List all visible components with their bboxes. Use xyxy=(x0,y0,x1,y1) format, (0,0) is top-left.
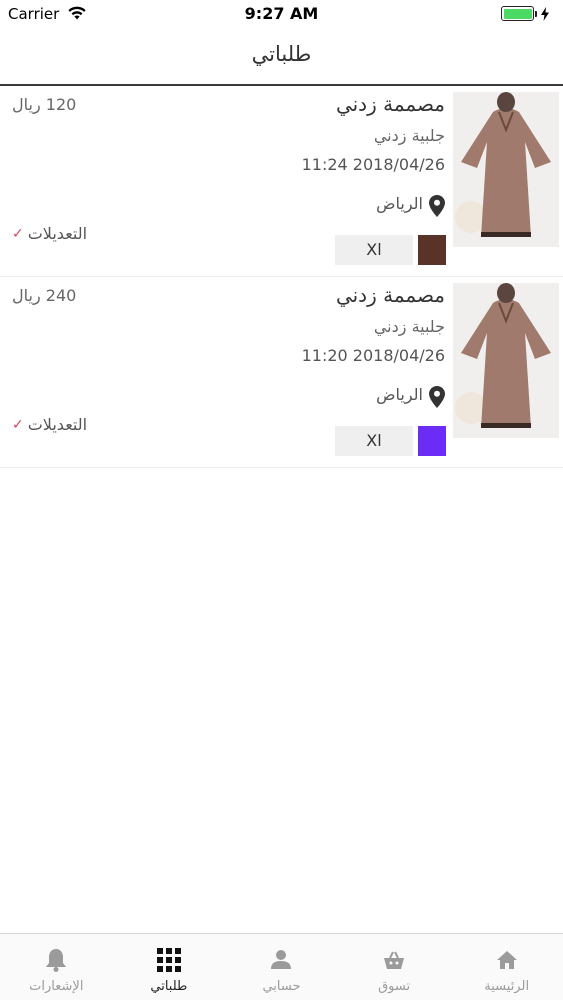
tab-notifications[interactable]: الإشعارات xyxy=(0,934,113,1000)
home-icon xyxy=(494,947,520,973)
order-city: الرياض xyxy=(376,384,423,404)
person-icon xyxy=(268,947,294,973)
battery-icon xyxy=(501,6,549,21)
charging-bolt-icon xyxy=(541,6,549,21)
edits-label: التعديلات xyxy=(27,224,88,243)
status-bar: Carrier 9:27 AM xyxy=(0,0,563,28)
location-pin-icon xyxy=(429,195,445,217)
tab-label: طلباتي xyxy=(150,979,188,994)
order-city: الرياض xyxy=(376,193,423,213)
order-date: 11:20 2018/04/26 xyxy=(301,346,445,365)
grid-icon xyxy=(156,947,182,973)
status-time: 9:27 AM xyxy=(244,4,319,23)
checkmark-icon: ✓ xyxy=(12,416,24,433)
tab-label: تسوق xyxy=(378,979,411,994)
color-swatch xyxy=(418,235,446,265)
tab-label: الإشعارات xyxy=(29,979,84,994)
order-location: الرياض xyxy=(376,189,445,217)
location-pin-icon xyxy=(429,386,445,408)
order-price: 240 ريال xyxy=(12,286,77,305)
tab-shop[interactable]: تسوق xyxy=(338,934,451,1000)
edits-button[interactable]: ✓ التعديلات xyxy=(12,415,87,434)
size-label: Xl xyxy=(335,426,413,456)
order-designer-name: مصممة زدني xyxy=(335,92,445,116)
edits-label: التعديلات xyxy=(27,415,88,434)
checkmark-icon: ✓ xyxy=(12,225,24,242)
tab-account[interactable]: حسابي xyxy=(225,934,338,1000)
dress-photo xyxy=(453,283,559,438)
order-location: الرياض xyxy=(376,380,445,408)
edits-button[interactable]: ✓ التعديلات xyxy=(12,224,87,243)
tab-my-orders[interactable]: طلباتي xyxy=(113,934,226,1000)
order-card[interactable]: مصممة زدني جلبية زدني 11:20 2018/04/26 ا… xyxy=(0,277,563,468)
order-designer-name: مصممة زدني xyxy=(335,283,445,307)
order-price: 120 ريال xyxy=(12,95,77,114)
size-label: Xl xyxy=(335,235,413,265)
tab-label: حسابي xyxy=(262,979,301,994)
tab-home[interactable]: الرئيسية xyxy=(450,934,563,1000)
tab-label: الرئيسية xyxy=(484,979,530,994)
order-item-type: جلبية زدني xyxy=(373,317,445,336)
nav-bar: طلباتي xyxy=(0,28,563,86)
page-title: طلباتي xyxy=(251,42,312,66)
order-card[interactable]: مصممة زدني جلبية زدني 11:24 2018/04/26 ا… xyxy=(0,86,563,277)
dress-photo xyxy=(453,92,559,247)
orders-list: مصممة زدني جلبية زدني 11:24 2018/04/26 ا… xyxy=(0,86,563,468)
color-swatch xyxy=(418,426,446,456)
order-date: 11:24 2018/04/26 xyxy=(301,155,445,174)
bell-icon xyxy=(43,947,69,973)
tab-bar: الإشعارات طلباتي حسابي تسوق الرئيسية xyxy=(0,933,563,1000)
basket-icon xyxy=(381,947,407,973)
order-item-type: جلبية زدني xyxy=(373,126,445,145)
battery-fill xyxy=(503,8,532,19)
